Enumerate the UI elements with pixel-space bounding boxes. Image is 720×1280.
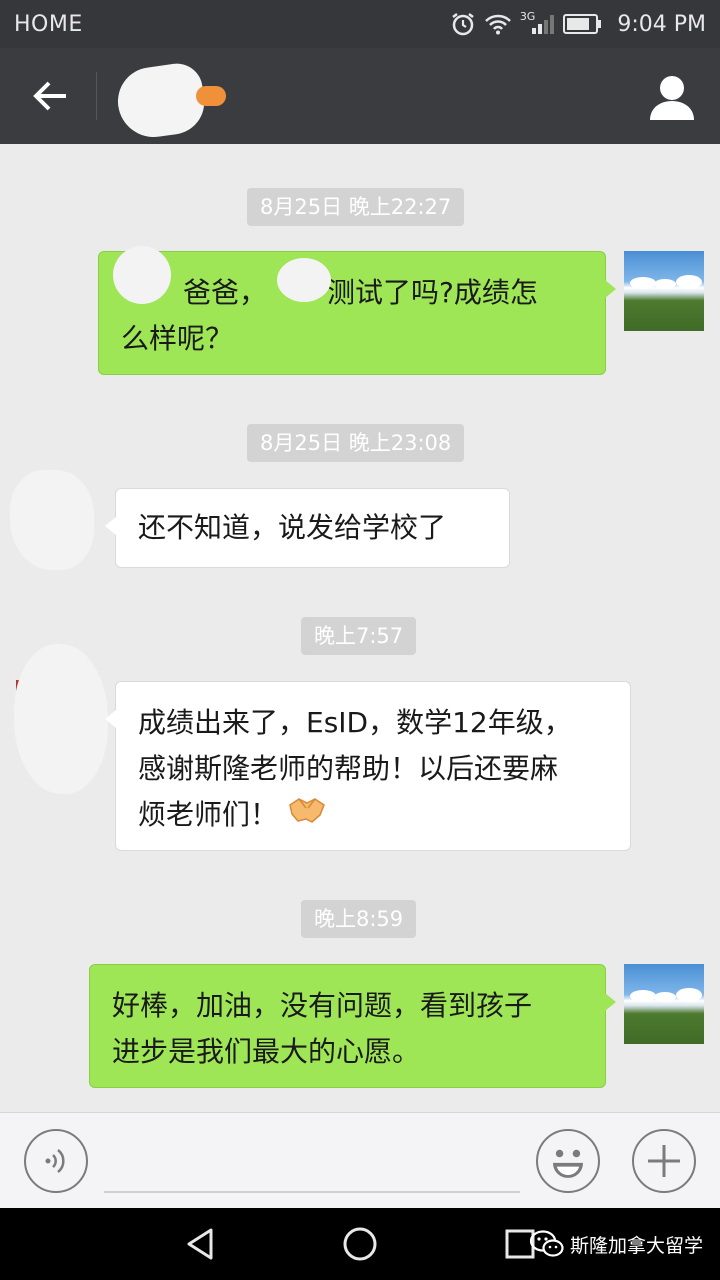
message-bubble[interactable]: 爸爸， 测试了吗?成绩怎 么样呢？ — [98, 246, 616, 375]
voice-icon — [45, 1149, 65, 1173]
carrier-label: HOME — [14, 11, 83, 37]
contact-avatar[interactable] — [10, 644, 110, 798]
status-icons: 3G 9:04 PM — [450, 9, 706, 37]
message-text: 好棒，加油，没有问题，看到孩子 进步是我们最大的心愿。 — [112, 983, 583, 1075]
alarm-icon — [450, 11, 476, 37]
wifi-icon — [484, 13, 512, 35]
my-avatar[interactable] — [624, 251, 704, 331]
watermark: 斯隆加拿大留学 — [530, 1230, 703, 1258]
nav-home-icon — [343, 1227, 377, 1261]
my-avatar[interactable] — [624, 964, 704, 1044]
redaction-smudge — [10, 470, 94, 570]
input-bar — [0, 1112, 720, 1208]
network-type-badge: 3G — [519, 9, 536, 23]
plus-button[interactable] — [632, 1129, 696, 1193]
nav-back-icon — [187, 1228, 213, 1260]
nav-home-button[interactable] — [336, 1220, 384, 1268]
back-button[interactable] — [22, 68, 78, 124]
message-input[interactable] — [104, 1123, 520, 1193]
message-timestamp: 8月25日 晚上23:08 — [247, 424, 465, 462]
message-bubble[interactable]: 还不知道，说发给学校了 — [105, 488, 510, 568]
message-timestamp: 8月25日 晚上22:27 — [247, 188, 465, 226]
clock: 9:04 PM — [617, 11, 706, 37]
system-nav-bar: 斯隆加拿大留学 — [0, 1208, 720, 1280]
redaction-smudge — [14, 644, 108, 794]
header-divider — [96, 72, 97, 120]
voice-button[interactable] — [24, 1129, 88, 1193]
message-timestamp: 晚上8:59 — [301, 900, 417, 938]
plus-icon — [648, 1145, 680, 1177]
message-text-segment: 么样呢？ — [121, 322, 234, 355]
message-text: 成绩出来了，EsID，数学12年级， 感谢斯隆老师的帮助！以后还要麻 烦老师们！ — [138, 700, 608, 839]
message-text-segment: 感谢斯隆老师的帮助！以后还要麻 — [138, 752, 559, 785]
smiley-icon — [553, 1149, 583, 1178]
wechat-icon — [530, 1230, 564, 1257]
redacted-contact-name-part — [150, 76, 200, 132]
chat-header — [0, 48, 720, 144]
message-text-segment: 成绩出来了，EsID，数学12年级， — [138, 706, 572, 739]
contact-badge — [196, 86, 226, 106]
message-timestamp: 晚上7:57 — [301, 617, 417, 655]
message-text-segment: 烦老师们！ — [138, 798, 279, 831]
cell-signal-icon: 3G — [519, 9, 556, 35]
message-text-segment: 爸爸， — [183, 276, 268, 309]
message-text-segment: 好棒，加油，没有问题，看到孩子 — [112, 989, 533, 1022]
battery-icon — [563, 13, 603, 35]
handshake-emoji — [288, 793, 326, 839]
message-text-segment: 进步是我们最大的心愿。 — [112, 1035, 421, 1068]
contact-avatar[interactable] — [10, 460, 96, 580]
redaction-smudge — [113, 246, 171, 304]
back-arrow-icon — [33, 81, 66, 111]
profile-button[interactable] — [646, 72, 698, 124]
message-text-segment: 测试了吗?成绩怎 — [327, 276, 538, 309]
nav-back-button[interactable] — [176, 1220, 224, 1268]
emoji-button[interactable] — [536, 1129, 600, 1193]
watermark-text: 斯隆加拿大留学 — [570, 1234, 704, 1257]
message-bubble[interactable]: 成绩出来了，EsID，数学12年级， 感谢斯隆老师的帮助！以后还要麻 烦老师们！ — [105, 681, 631, 851]
message-list[interactable]: 8月25日 晚上22:27 爸爸， 测试了吗?成绩怎 么样呢？ 8月25日 晚上2… — [0, 144, 720, 1112]
person-icon — [650, 76, 694, 120]
redaction-smudge — [277, 258, 331, 302]
message-text: 爸爸， 测试了吗?成绩怎 么样呢？ — [121, 270, 583, 362]
message-text: 还不知道，说发给学校了 — [138, 511, 447, 544]
status-bar: HOME 3G 9:04 PM — [0, 0, 720, 48]
message-bubble[interactable]: 好棒，加油，没有问题，看到孩子 进步是我们最大的心愿。 — [89, 964, 616, 1088]
